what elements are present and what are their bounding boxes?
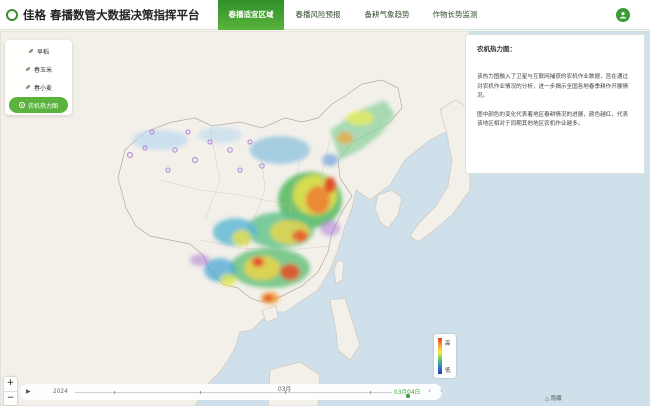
info-paragraph: 该热力图融入了卫星与互联网捕获的农机作业数据，旨在通过对农机作业情况的分析，进一… (477, 74, 629, 99)
info-paragraph: 图中颜色的变化代表着地区春耕情况的进展，颜色越红，代表该地区相对于同期其他地区农… (477, 111, 629, 128)
tab-crop-monitoring[interactable]: 作物长势监测 (422, 0, 488, 30)
legend-low-label: 低 (445, 368, 451, 374)
heat-legend: 高 低 (434, 334, 456, 378)
legend-high-label: 高 (445, 341, 451, 347)
info-title: 农机热力图： (477, 45, 516, 53)
info-panel: 农机热力图： 该热力图融入了卫星与互联网捕获的农机作业数据，旨在通过对农机作业情… (465, 34, 645, 174)
timeline-tick (114, 391, 115, 394)
crop-item-label: 早稻 (36, 48, 49, 56)
collapse-button[interactable]: △ 隐藏 (545, 394, 562, 402)
tab-spring-suitable-area[interactable]: 春播适宜区域 (218, 0, 284, 30)
timeline-month: 03月 (278, 387, 292, 393)
brand: 佳格 春播数管大数据决策指挥平台 (0, 7, 218, 23)
app-title: 佳格 春播数管大数据决策指挥平台 (23, 7, 200, 22)
timeline-handle[interactable] (406, 394, 410, 398)
taiwan-island (333, 259, 345, 285)
timeline-track[interactable] (75, 392, 415, 393)
crop-item-label: 春小麦 (33, 84, 52, 92)
user-icon[interactable] (616, 8, 630, 22)
logo-ring-icon (6, 8, 18, 21)
crop-item-label: 春玉米 (33, 66, 52, 74)
timeline-tick (200, 391, 201, 394)
crop-item-machinery-heatmap[interactable]: 农机热力图 (9, 97, 68, 113)
timeline: ▶ 2024 03月 03月04日 ‹ › (20, 384, 443, 400)
tab-weather-trend[interactable]: 备耕气象趋势 (352, 0, 422, 30)
philippines-islands (329, 297, 361, 361)
crop-item-label: 农机热力图 (27, 102, 58, 110)
zoom-in-button[interactable]: + (4, 377, 17, 391)
next-arrow-icon[interactable]: › (440, 387, 443, 395)
top-bar: 佳格 春播数管大数据决策指挥平台 春播适宜区域 春播风险预报 备耕气象趋势 作物… (0, 0, 650, 30)
korea-peninsula (374, 189, 403, 229)
leaf-icon (28, 48, 34, 54)
crop-item-spring-wheat[interactable]: 春小麦 (9, 79, 68, 95)
play-icon[interactable]: ▶ (26, 388, 31, 395)
prev-arrow-icon[interactable]: ‹ (428, 387, 431, 395)
crop-item-early-rice[interactable]: 早稻 (9, 43, 68, 59)
wheat-icon (25, 84, 31, 90)
zoom-out-button[interactable]: − (4, 391, 17, 405)
timeline-year: 2024 (53, 389, 68, 395)
crop-item-spring-corn[interactable]: 春玉米 (9, 61, 68, 77)
zoom-control: + − (4, 377, 17, 405)
legend-color-bar (438, 338, 442, 374)
crop-menu: 早稻 春玉米 春小麦 农机热力图 (5, 40, 72, 115)
timeline-tick (370, 391, 371, 394)
tractor-icon (18, 102, 25, 108)
tab-spring-risk-forecast[interactable]: 春播风险预报 (284, 0, 352, 30)
main-nav: 春播适宜区域 春播风险预报 备耕气象趋势 作物长势监测 (218, 0, 488, 30)
corn-icon (25, 66, 31, 72)
